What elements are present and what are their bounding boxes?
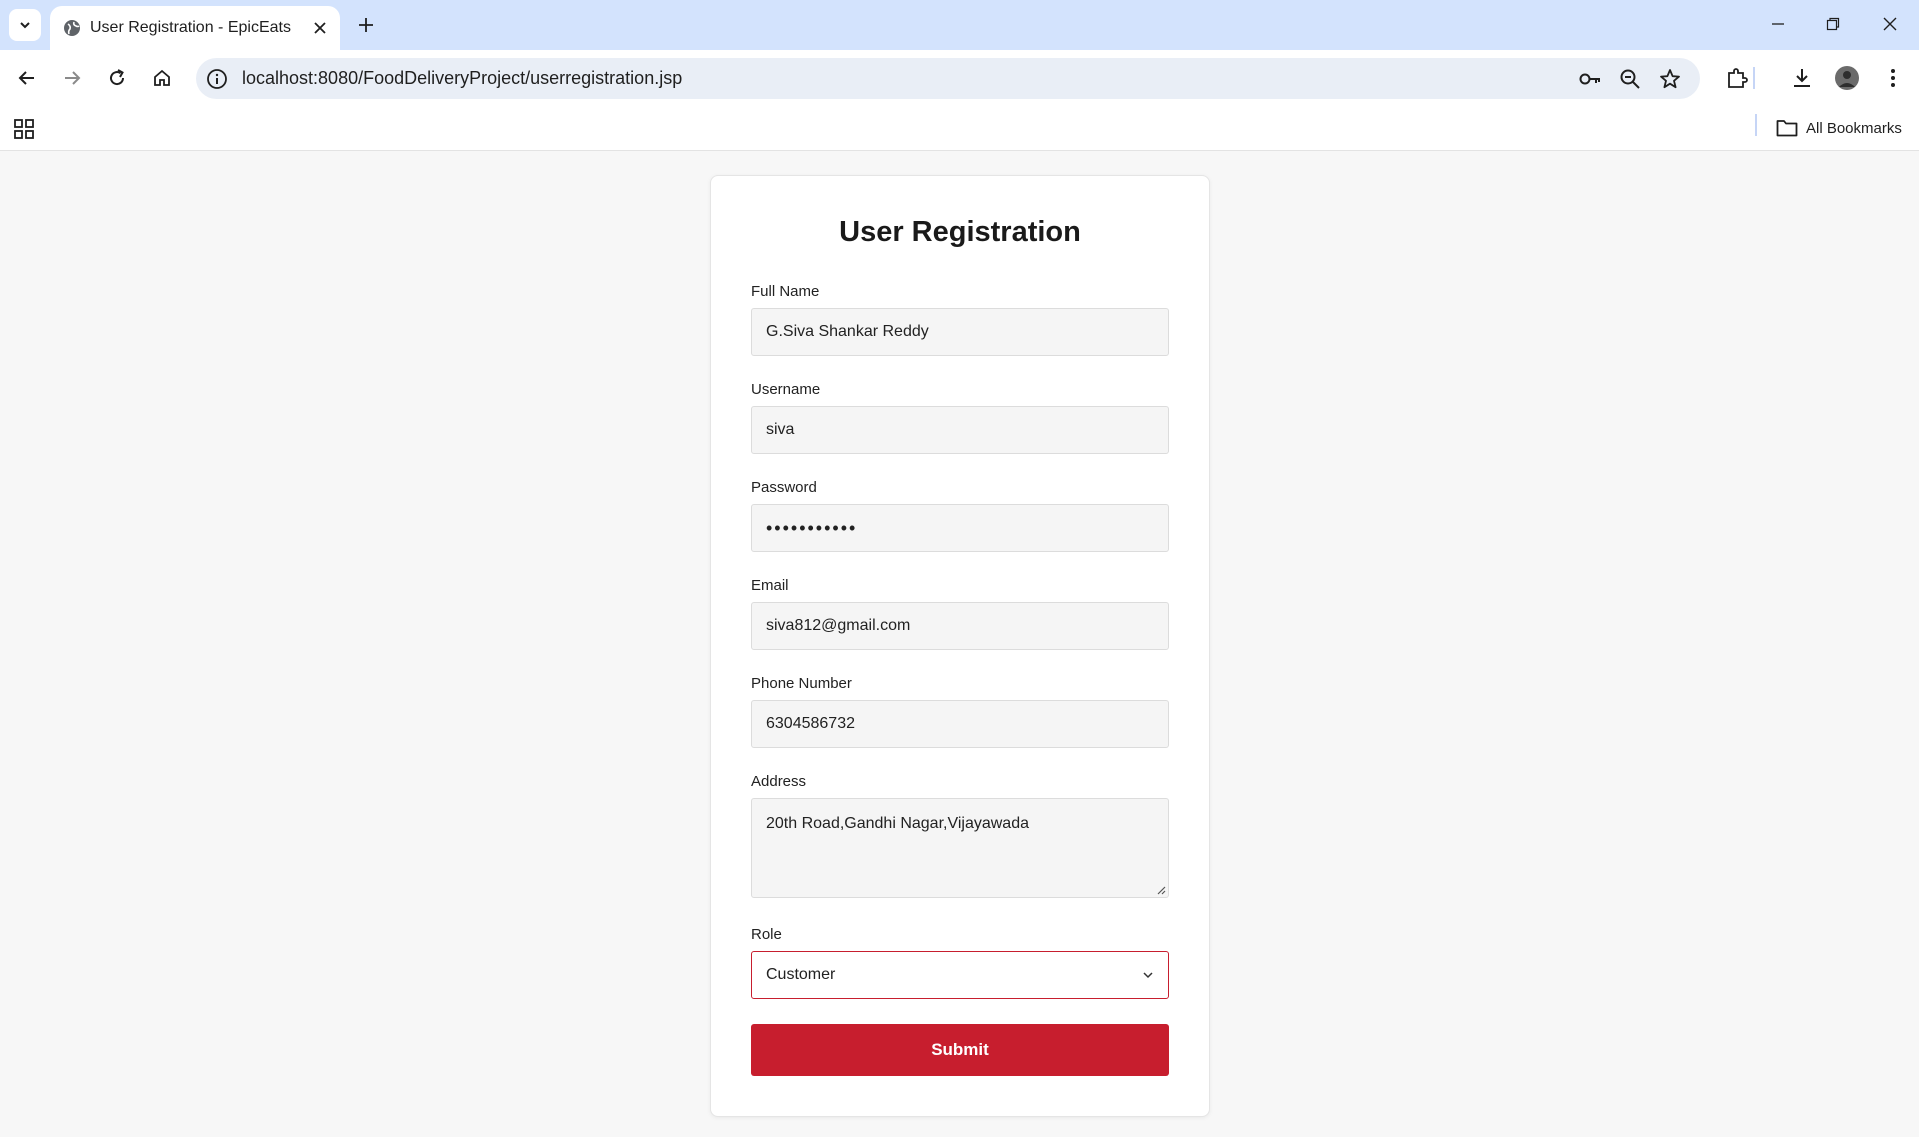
tab-title: User Registration - EpicEats <box>90 19 291 36</box>
chevron-down-icon <box>1143 972 1153 979</box>
phone-input[interactable]: 6304586732 <box>751 700 1169 748</box>
arrow-right-icon <box>65 71 81 85</box>
new-tab-button[interactable] <box>352 11 380 39</box>
folder-icon <box>1776 120 1798 137</box>
role-label: Role <box>751 926 782 943</box>
home-icon <box>154 69 170 86</box>
restore-button[interactable] <box>1815 8 1851 40</box>
chevron-down-icon <box>20 22 30 29</box>
password-key-button[interactable] <box>1578 67 1602 91</box>
tab-search-button[interactable] <box>9 9 41 41</box>
apps-grid-icon[interactable] <box>12 117 36 141</box>
more-vertical-icon <box>1891 69 1895 87</box>
profile-avatar[interactable] <box>1832 63 1862 93</box>
full-name-value: G.Siva Shankar Reddy <box>766 323 929 340</box>
address-bar[interactable]: localhost:8080/FoodDeliveryProject/userr… <box>196 58 1700 99</box>
password-value: ••••••••••• <box>766 517 858 538</box>
role-selected-value: Customer <box>766 966 836 983</box>
site-info-icon[interactable] <box>206 68 228 90</box>
username-label: Username <box>751 381 821 398</box>
submit-button[interactable]: Submit <box>751 1024 1169 1076</box>
bookmarks-separator <box>1755 114 1757 136</box>
phone-value: 6304586732 <box>766 715 855 732</box>
key-icon <box>1579 73 1600 85</box>
minimize-icon <box>1772 23 1784 25</box>
restore-icon <box>1826 17 1840 31</box>
star-icon <box>1660 69 1680 89</box>
avatar-icon <box>1835 66 1859 90</box>
email-value: siva812@gmail.com <box>766 617 911 634</box>
all-bookmarks-button[interactable]: All Bookmarks <box>1776 115 1902 141</box>
arrow-left-icon <box>18 71 34 85</box>
role-select[interactable]: Customer <box>751 951 1169 999</box>
back-button[interactable] <box>11 62 43 94</box>
email-input[interactable]: siva812@gmail.com <box>751 602 1169 650</box>
close-icon <box>314 22 326 34</box>
forward-button[interactable] <box>56 62 88 94</box>
reload-button[interactable] <box>101 62 133 94</box>
password-input[interactable]: ••••••••••• <box>751 504 1169 552</box>
download-icon <box>1794 69 1810 87</box>
address-textarea[interactable]: 20th Road,Gandhi Nagar,Vijayawada <box>751 798 1169 898</box>
all-bookmarks-label: All Bookmarks <box>1806 119 1902 137</box>
address-label: Address <box>751 773 807 790</box>
reload-icon <box>110 69 125 86</box>
globe-icon <box>64 20 80 36</box>
puzzle-icon <box>1728 68 1748 88</box>
bookmark-star-button[interactable] <box>1658 67 1682 91</box>
tab-strip: User Registration - EpicEats <box>0 0 1919 50</box>
password-label: Password <box>751 479 817 496</box>
full-name-label: Full Name <box>751 283 820 300</box>
url-text[interactable]: localhost:8080/FoodDeliveryProject/userr… <box>242 68 682 89</box>
registration-card: User Registration Full Name G.Siva Shank… <box>710 175 1210 1117</box>
toolbar-separator <box>1753 67 1755 89</box>
username-value: siva <box>766 421 795 438</box>
menu-button[interactable] <box>1878 63 1908 93</box>
page-title: User Registration <box>839 216 1081 248</box>
extensions-button[interactable] <box>1722 63 1752 93</box>
zoom-out-icon <box>1620 69 1640 89</box>
minimize-button[interactable] <box>1760 8 1796 40</box>
address-value: 20th Road,Gandhi Nagar,Vijayawada <box>766 815 1029 832</box>
plus-icon <box>359 18 373 32</box>
full-name-input[interactable]: G.Siva Shankar Reddy <box>751 308 1169 356</box>
tab-close-button[interactable] <box>308 16 332 40</box>
downloads-button[interactable] <box>1787 63 1817 93</box>
username-input[interactable]: siva <box>751 406 1169 454</box>
home-button[interactable] <box>146 62 178 94</box>
phone-label: Phone Number <box>751 675 852 692</box>
close-icon <box>1883 17 1897 31</box>
close-window-button[interactable] <box>1872 8 1908 40</box>
resize-grip-icon[interactable] <box>1156 885 1166 895</box>
email-label: Email <box>751 577 789 594</box>
active-tab[interactable]: User Registration - EpicEats <box>50 6 340 50</box>
bookmarks-bar: All Bookmarks <box>0 106 1919 151</box>
zoom-button[interactable] <box>1618 67 1642 91</box>
